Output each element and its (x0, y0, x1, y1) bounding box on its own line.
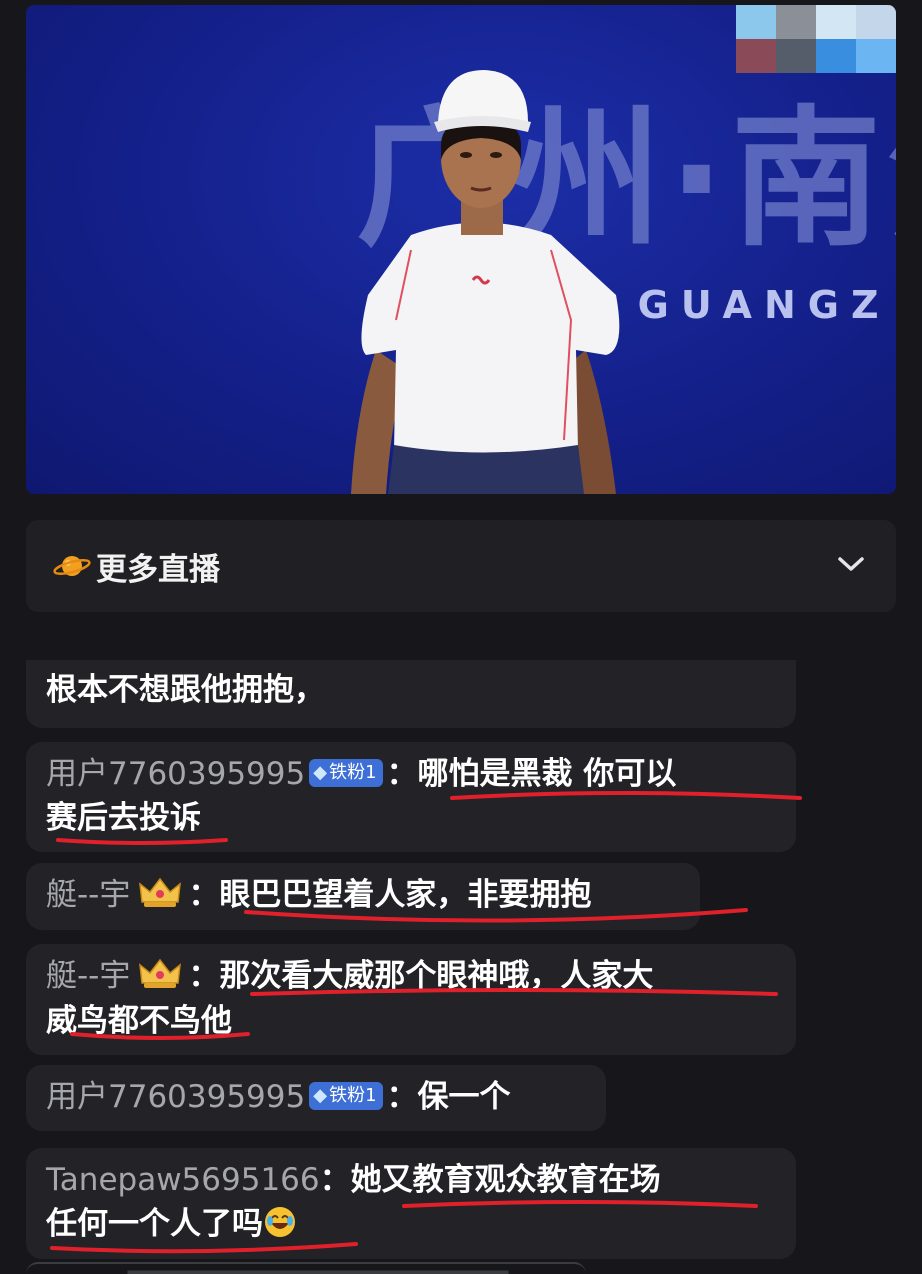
chat-message: 艇--宇 ：那次看大威那个眼神哦，人家大威鸟都不鸟他 (26, 944, 796, 1055)
fan-badge: ◆ 铁粉1 (309, 1081, 383, 1110)
tennis-player-figure (351, 70, 620, 494)
fan-badge: ◆ 铁粉1 (309, 758, 383, 787)
chevron-down-icon[interactable] (836, 554, 866, 574)
diamond-icon: ◆ (313, 1084, 328, 1106)
username[interactable]: 艇--宇 (46, 958, 130, 994)
crown-icon (139, 958, 182, 988)
message-text-cont: 赛后去投诉 (46, 800, 201, 836)
colon: ： (188, 877, 220, 913)
colon: ： (386, 756, 418, 792)
message-text-cont: 任何一个人了吗 (46, 1206, 263, 1242)
chat-message: 用户7760395995 ◆ 铁粉1 ：保一个 (26, 1065, 606, 1131)
planet-icon (53, 556, 91, 576)
chat-message: Tanepaw5695166：她又教育观众教育在场任何一个人了吗 (26, 1148, 796, 1259)
message-text: 那次看大威那个眼神哦，人家大 (219, 958, 654, 994)
chat-message: 根本不想跟他拥抱， (26, 660, 796, 728)
chat-message: 用户7760395995 ◆ 铁粉1 ：哪怕是黑裁 你可以赛后去投诉 (26, 742, 796, 852)
live-video[interactable]: 广州·南沙 · GUANGZ (26, 5, 896, 494)
username[interactable]: 用户7760395995 (46, 1079, 305, 1115)
message-text: 哪怕是黑裁 你可以 (417, 756, 677, 792)
chat-message: 艇--宇 ：眼巴巴望着人家，非要拥抱 (26, 863, 700, 930)
message-text-cont: 威鸟都不鸟他 (46, 1002, 232, 1039)
username[interactable]: Tanepaw5695166 (46, 1162, 320, 1198)
chat-list[interactable]: 根本不想跟他拥抱， 用户7760395995 ◆ 铁粉1 ：哪怕是黑裁 你可以 赛后去投… (0, 660, 922, 1271)
colon: ： (386, 1079, 418, 1115)
username[interactable]: 用户7760395995 (46, 756, 305, 792)
message-text: 保一个 (417, 1079, 511, 1115)
message-text: 眼巴巴望着人家，非要拥抱 (219, 877, 592, 913)
username[interactable]: 艇--宇 (46, 877, 130, 913)
message-text: 她又教育观众教育在场 (350, 1162, 661, 1198)
crown-icon (139, 877, 182, 907)
diamond-icon: ◆ (313, 761, 328, 783)
more-live-label: 更多直播 (96, 551, 220, 588)
message-text: 根本不想跟他拥抱， (46, 672, 325, 708)
laugh-icon (265, 1206, 295, 1237)
pixelated-overlay (736, 5, 896, 73)
colon: ： (188, 958, 220, 994)
colon: ： (319, 1162, 351, 1198)
next-message-edge (26, 1262, 586, 1274)
more-live-bar[interactable]: 更多直播 (26, 520, 896, 612)
